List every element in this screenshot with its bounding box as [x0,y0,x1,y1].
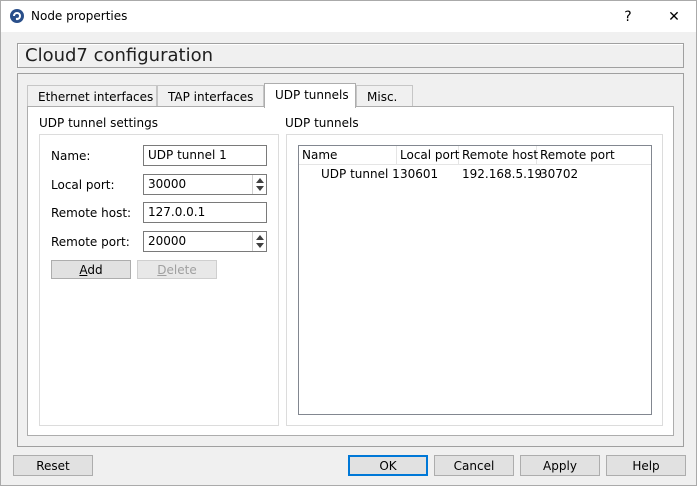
tab-misc[interactable]: Misc. [356,85,413,107]
cancel-button-label: Cancel [453,458,495,473]
column-header-local-port[interactable]: Local port [397,146,460,165]
tab-label: Ethernet interfaces [38,90,154,104]
close-button[interactable]: ✕ [651,1,697,32]
column-header-remote-port[interactable]: Remote port [537,146,651,165]
remote-port-label: Remote port: [51,235,130,249]
help-button-label: Help [632,458,660,473]
delete-button-label: Delete [157,262,197,277]
node-properties-dialog: Node properties ? ✕ Cloud7 configuration… [0,0,697,486]
remote-port-value: 20000 [148,234,187,248]
column-header-remote-host[interactable]: Remote host [459,146,538,165]
spin-down-icon[interactable] [256,186,264,191]
column-header-name[interactable]: Name [299,146,397,165]
tab-udp-tunnels[interactable]: UDP tunnels [264,83,356,108]
table-row[interactable]: UDP tunnel 1 30601 192.168.5.19 30702 [299,166,651,184]
apply-button-label: Apply [543,458,577,473]
add-button-label: Add [79,262,103,277]
tab-tap-interfaces[interactable]: TAP interfaces [157,85,264,107]
add-button[interactable]: Add [51,260,131,279]
tab-ethernet-interfaces[interactable]: Ethernet interfaces [27,85,157,107]
gns3-app-icon [10,9,24,23]
configuration-title-box: Cloud7 configuration [17,43,684,68]
window-title: Node properties [31,9,128,23]
reset-button[interactable]: Reset [13,455,93,476]
udp-tunnels-group-title: UDP tunnels [285,116,359,130]
name-label: Name: [51,149,91,163]
cell-remote-host: 192.168.5.19 [462,167,543,181]
remote-port-spin-arrows[interactable] [252,232,266,251]
ok-button[interactable]: OK [348,455,428,476]
tab-label: UDP tunnels [275,88,349,102]
tunnel-settings-group-title: UDP tunnel settings [39,116,158,130]
question-icon: ? [624,8,632,25]
local-port-spinbox[interactable]: 30000 [143,174,267,195]
remote-host-input[interactable]: 127.0.0.1 [143,202,267,223]
cell-name: UDP tunnel 1 [321,167,400,181]
udp-tunnels-table[interactable]: Name Local port Remote host Remote port … [298,145,652,415]
help-button[interactable]: Help [606,455,686,476]
remote-port-spinbox[interactable]: 20000 [143,231,267,252]
name-input[interactable]: UDP tunnel 1 [143,145,267,166]
table-header: Name Local port Remote host Remote port [299,146,651,165]
spin-down-icon[interactable] [256,243,264,248]
cell-remote-port: 30702 [540,167,579,181]
local-port-value: 30000 [148,177,187,191]
remote-host-label: Remote host: [51,206,132,220]
configuration-title: Cloud7 configuration [25,45,213,66]
cell-local-port: 30601 [400,167,439,181]
ok-button-label: OK [379,458,397,473]
spin-up-icon[interactable] [256,178,264,183]
tab-label: Misc. [367,90,398,104]
local-port-spin-arrows[interactable] [252,175,266,194]
tab-label: TAP interfaces [168,90,254,104]
reset-button-label: Reset [36,458,70,473]
title-bar: Node properties ? ✕ [1,1,696,32]
cancel-button[interactable]: Cancel [434,455,514,476]
close-icon: ✕ [668,8,680,25]
local-port-label: Local port: [51,178,115,192]
spin-up-icon[interactable] [256,235,264,240]
help-titlebar-button[interactable]: ? [605,1,651,32]
delete-button[interactable]: Delete [137,260,217,279]
apply-button[interactable]: Apply [520,455,600,476]
